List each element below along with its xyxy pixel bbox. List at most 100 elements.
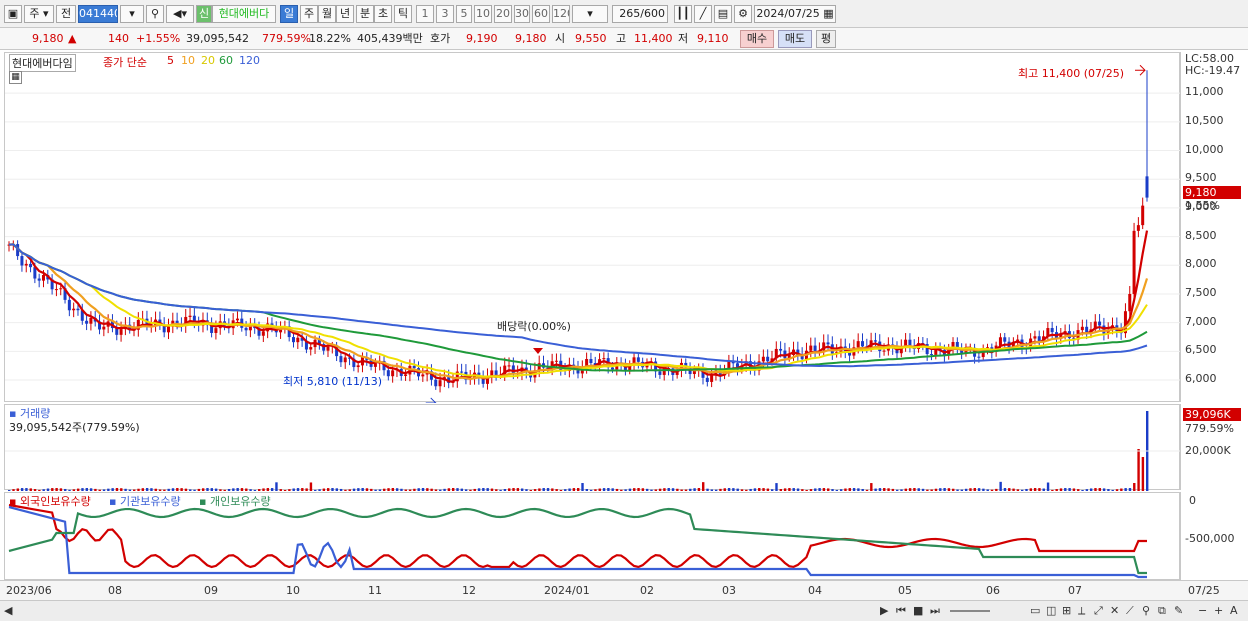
bottom-scrollbar[interactable]: ◀ ▶ ⏮ ■ ⏭ ▭ ◫ ⊞ ⟂ ⤢ ✕ ⟋ ⚲ ⧉ ✎ − + A — [0, 600, 1248, 621]
holder-chart-svg — [8, 503, 1147, 579]
period-tab-2[interactable]: 월 — [318, 5, 336, 23]
volume-bar — [611, 488, 614, 491]
magnifier-icon[interactable]: ⚲ — [1142, 604, 1150, 617]
interval-btn-0[interactable]: 1 — [416, 5, 434, 23]
price-axis-tick: 7,000 — [1185, 314, 1217, 328]
layout-icon[interactable]: ▭ — [1030, 604, 1040, 617]
market-select[interactable]: 주 ▾ — [24, 5, 54, 23]
period-tab-4[interactable]: 분 — [356, 5, 374, 23]
open-price: 9,550 — [575, 32, 607, 45]
speaker-icon[interactable]: ◀▾ — [166, 5, 194, 23]
volume-bar — [964, 488, 968, 491]
sell-button[interactable]: 매도 — [778, 30, 812, 48]
volume-bar — [111, 488, 114, 491]
period-tab-0[interactable]: 일 — [280, 5, 298, 23]
volume-bar — [624, 489, 627, 491]
foreign-legend: ▪ 외국인보유수량 — [9, 495, 91, 508]
rewind-icon[interactable]: ⏮ — [896, 604, 906, 618]
scroll-left-icon[interactable]: ◀ — [4, 604, 12, 617]
stock-code-input[interactable]: 041440 — [78, 5, 118, 23]
volume-bar — [1016, 489, 1020, 491]
interval-btn-4[interactable]: 20 — [494, 5, 512, 23]
zoom-slider[interactable] — [950, 610, 990, 612]
count-field[interactable]: 265/600 — [612, 5, 668, 23]
volume-bar — [133, 489, 136, 491]
volume-bar — [193, 489, 196, 491]
interval-btn-6[interactable]: 60 — [532, 5, 550, 23]
ma-20-label: 20 — [201, 54, 215, 67]
candle-body — [386, 370, 390, 377]
holder-pane[interactable]: ▪ 외국인보유수량 ▪ 기관보유수량 ▪ 개인보유수량 — [4, 492, 1180, 580]
x-axis: 2023/06 08 09 10 11 12 2024/01 02 03 04 05 06 07 07/… — [0, 580, 1248, 600]
volume-bar — [891, 488, 895, 491]
volume-bar — [788, 488, 791, 491]
buy-button[interactable]: 매수 — [740, 30, 774, 48]
volume-bar — [529, 489, 532, 491]
volume-bar — [1059, 488, 1063, 491]
interval-btn-7[interactable]: 120 — [552, 5, 570, 23]
stock-name-field[interactable]: 현대에버다 — [212, 5, 276, 23]
prefix-button[interactable]: 전 — [56, 5, 76, 23]
period-tab-5[interactable]: 초 — [374, 5, 392, 23]
hc-label: HC:-19.47 — [1185, 64, 1241, 77]
volume-bar — [499, 489, 502, 491]
volume-bar — [439, 489, 442, 491]
volume-bar — [16, 488, 20, 491]
candle-body — [373, 363, 377, 367]
interval-btn-5[interactable]: 30 — [514, 5, 530, 23]
volume-bar — [805, 489, 808, 491]
calendar-icon[interactable]: ▦ — [9, 71, 22, 84]
window-icon[interactable]: ▣ — [4, 5, 22, 23]
draw-icon[interactable]: ✎ — [1174, 604, 1183, 617]
ma-line-20 — [8, 243, 1148, 379]
search-icon[interactable]: ⚲ — [146, 5, 164, 23]
volume-bar — [538, 488, 541, 491]
low-annotation: 최저 5,810 (11/13) — [283, 375, 383, 388]
zoom-out-icon[interactable]: − — [1198, 604, 1207, 617]
gear-icon[interactable]: ⚙ — [734, 5, 752, 23]
period-tab-6[interactable]: 틱 — [394, 5, 412, 23]
volume-bar — [1098, 488, 1101, 491]
volume-bar — [318, 489, 321, 491]
ruler-icon[interactable]: ⟂ — [1078, 604, 1085, 618]
interval-btn-2[interactable]: 5 — [456, 5, 472, 23]
candle-body — [296, 337, 300, 343]
zoom-tool-icon[interactable]: ⤢ — [1094, 604, 1103, 618]
interval-btn-1[interactable]: 3 — [436, 5, 454, 23]
candle-body — [119, 329, 123, 335]
save-icon[interactable]: ▤ — [714, 5, 732, 23]
interval-dropdown[interactable]: ▾ — [572, 5, 608, 23]
volume-bar — [930, 489, 933, 491]
scroll-right-icon[interactable]: ▶ — [880, 604, 888, 617]
period-tab-3[interactable]: 년 — [336, 5, 354, 23]
volume-bar — [240, 488, 244, 491]
volume-bar — [568, 488, 571, 491]
volume-bar — [1020, 489, 1024, 491]
period-tab-1[interactable]: 주 — [300, 5, 318, 23]
cross-icon[interactable]: ✕ — [1110, 604, 1119, 617]
price-pane-title[interactable]: 현대에버다임 — [9, 54, 76, 72]
split-icon[interactable]: ◫ — [1046, 604, 1056, 617]
clone-icon[interactable]: ⧉ — [1158, 604, 1166, 618]
grid-icon[interactable]: ⊞ — [1062, 604, 1071, 617]
date-field[interactable]: 2024/07/25 ▦ — [754, 5, 836, 23]
interval-btn-3[interactable]: 10 — [474, 5, 492, 23]
x-axis-label: 04 — [808, 584, 822, 597]
forward-icon[interactable]: ⏭ — [930, 604, 940, 618]
candle-type-icon[interactable]: ┃┃ — [674, 5, 692, 23]
volume-bar — [236, 488, 239, 491]
stop-icon[interactable]: ■ — [913, 604, 923, 617]
candle-body — [326, 346, 330, 351]
volume-pane[interactable]: ▪ 거래량 39,095,542주(779.59%) — [4, 404, 1181, 491]
volume-bar — [878, 488, 882, 491]
evaluate-button[interactable]: 평 — [816, 30, 836, 48]
price-pane[interactable]: 현대에버다임 종가 단순 5 10 20 60 120 ▦ 최고 11,400 … — [4, 52, 1181, 403]
volume-bar — [301, 488, 304, 491]
code-dropdown-icon[interactable]: ▾ — [120, 5, 144, 23]
font-size-icon[interactable]: A — [1230, 604, 1238, 617]
volume-bar — [464, 489, 468, 491]
draw-line-icon[interactable]: ╱ — [694, 5, 712, 23]
volume-bar — [395, 488, 399, 491]
zoom-in-icon[interactable]: + — [1214, 604, 1223, 617]
trend-icon[interactable]: ⟋ — [1126, 604, 1134, 618]
